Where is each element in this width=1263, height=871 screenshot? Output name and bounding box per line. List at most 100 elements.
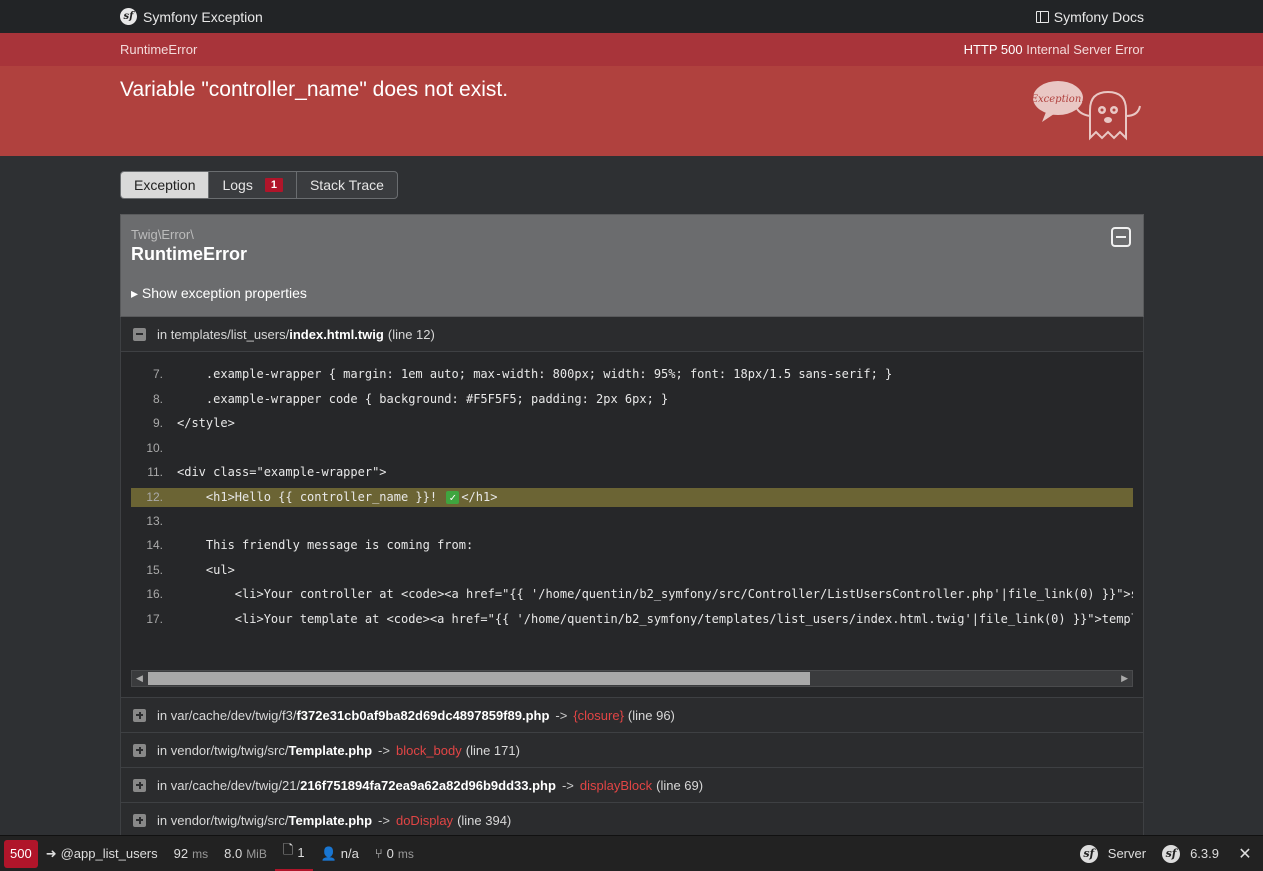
trace-frame[interactable]: in vendor/twig/twig/src/Template.php -> bl… [121,733,1143,768]
arrow-icon: -> [378,742,390,758]
check-icon: ✓ [446,490,460,504]
code-line: 11. <div class="example-wrapper"> [131,460,1133,485]
tab-exception-label: Exception [134,177,196,193]
line-number: 14. [146,538,163,553]
user-item[interactable]: 👤 n/a [313,836,367,871]
trace-filename: Template.php [288,742,373,758]
logs-count: 1 [297,844,305,860]
code-text: <h1>Hello {{ controller_name }}! [177,490,445,504]
horizontal-scrollbar[interactable]: ◀ ▶ [131,670,1133,687]
close-toolbar-icon[interactable]: ✕ [1227,844,1263,864]
tab-exception[interactable]: Exception [121,172,210,198]
trace-prefix: in [157,326,171,342]
user-icon: 👤 [320,845,337,861]
twig-unit: ms [397,846,414,861]
exception-namespace: Twig\Error\ [131,227,194,242]
collapse-icon[interactable] [1111,227,1131,247]
exception-header: Twig\Error\ RuntimeError ▸ Show exceptio… [120,214,1144,317]
code-line: 14. This friendly message is coming from… [131,533,1133,558]
branch-icon: ⑂ [374,846,383,861]
twig-item[interactable]: ⑂ 0 ms [367,836,422,871]
code-text: </style> [177,416,235,431]
code-text: .example-wrapper { margin: 1em auto; max… [177,367,893,382]
line-number: 9. [152,416,163,431]
time-value: 92 [173,846,189,861]
docs-link[interactable]: Symfony Docs [1035,9,1144,25]
line-number: 13. [146,513,163,528]
plus-icon[interactable] [133,778,146,792]
show-exception-properties[interactable]: ▸ Show exception properties [131,285,1133,302]
plus-icon[interactable] [133,708,146,722]
plus-icon[interactable] [133,743,146,757]
code-text: .example-wrapper code { background: #F5F… [177,391,669,406]
scroll-left-icon[interactable]: ◀ [136,673,143,684]
status-text: Internal Server Error [1026,42,1144,57]
line-number: 11. [147,465,163,480]
route-item[interactable]: ➜ @app_list_users [38,836,166,871]
trace-path: var/cache/dev/twig/f3/ [170,707,297,723]
trace-filename: index.html.twig [289,326,384,342]
arrow-icon: -> [555,707,568,723]
code-lines: 7. .example-wrapper { margin: 1em auto; … [131,362,1133,632]
trace-filename: f372e31cb0af9ba82d69dc4897859f89.php [296,707,550,723]
scroll-right-icon[interactable]: ▶ [1121,673,1128,684]
trace-filename: 216f751894fa72ea9a62a82d96b9dd33.php [300,777,556,793]
symfony-logo-icon: sf [1162,844,1181,863]
tab-bar: Exception Logs 1 Stack Trace [120,171,398,199]
trace-prefix: in [157,812,171,828]
trace-path: templates/list_users/ [170,326,290,342]
exception-headline: Variable "controller_name" does not exis… [0,66,1263,156]
tab-stack-trace[interactable]: Stack Trace [297,172,397,198]
line-number: 10. [146,440,163,455]
tab-logs-label: Logs [222,177,253,193]
status-code-badge[interactable]: 500 [4,839,38,868]
logs-item[interactable]: 🗋 1 [274,836,313,871]
trace-frame[interactable]: in var/cache/dev/twig/f3/f372e31cb0af9ba… [121,698,1143,733]
exception-message: Variable "controller_name" does not exis… [120,78,509,101]
arrow-right-icon: ➜ [45,845,57,861]
memory-item[interactable]: 8.0 MiB [216,836,275,871]
tab-logs[interactable]: Logs 1 [209,172,297,198]
brand[interactable]: sf Symfony Exception [120,8,263,25]
server-item[interactable]: sf Server [1072,836,1154,871]
code-text: <li>Your controller at <code><a href="{{… [177,587,1133,602]
code-text: <div class="example-wrapper"> [177,465,387,480]
scrollbar-thumb[interactable] [148,672,810,685]
trace-prefix: in [157,777,171,793]
trace-function: displayBlock [579,777,653,793]
top-bar: sf Symfony Exception Symfony Docs [0,0,1263,33]
ghost-text: Exception! [1032,94,1085,105]
line-number: 16. [146,587,163,602]
code-line: 8. .example-wrapper code { background: #… [131,387,1133,412]
time-item[interactable]: 92 ms [166,836,216,871]
trace-frame[interactable]: in vendor/twig/twig/src/Template.php -> do… [121,803,1143,838]
trace-function: {closure} [573,707,624,723]
memory-unit: MiB [246,846,267,861]
trace-line: (line 69) [656,777,704,793]
code-text: </h1> [461,490,498,504]
trace-frame[interactable]: in var/cache/dev/twig/21/216f751894fa72e… [121,768,1143,803]
trace-path: var/cache/dev/twig/21/ [170,777,301,793]
trace-function: doDisplay [395,812,454,828]
code-line: 13. [131,509,1133,534]
version-item[interactable]: sf 6.3.9 [1154,836,1227,871]
code-text: <ul> [177,562,235,577]
line-number: 15. [146,562,163,577]
trace-file: in vendor/twig/twig/src/Template.php [157,813,372,828]
minus-icon[interactable] [133,327,146,341]
code-line: 17. <li>Your template at <code><a href="… [131,607,1133,632]
plus-icon[interactable] [133,813,146,827]
exception-panel: Twig\Error\ RuntimeError ▸ Show exceptio… [120,214,1144,871]
book-icon [1035,10,1049,23]
trace-function: block_body [395,742,462,758]
memory-value: 8.0 [224,846,243,861]
time-unit: ms [192,846,209,861]
trace-frame-main[interactable]: in templates/list_users/index.html.twig … [121,317,1143,352]
debug-toolbar: 500 ➜ @app_list_users 92 ms 8.0 MiB 🗋 1 … [0,835,1263,871]
line-number: 12. [146,490,163,504]
line-number: 17. [146,611,163,626]
document-icon: 🗋 [282,842,294,857]
code-line: 9. </style> [131,411,1133,436]
stack-trace: in templates/list_users/index.html.twig … [120,317,1144,871]
exception-ghost-icon: Exception! [1032,81,1141,141]
